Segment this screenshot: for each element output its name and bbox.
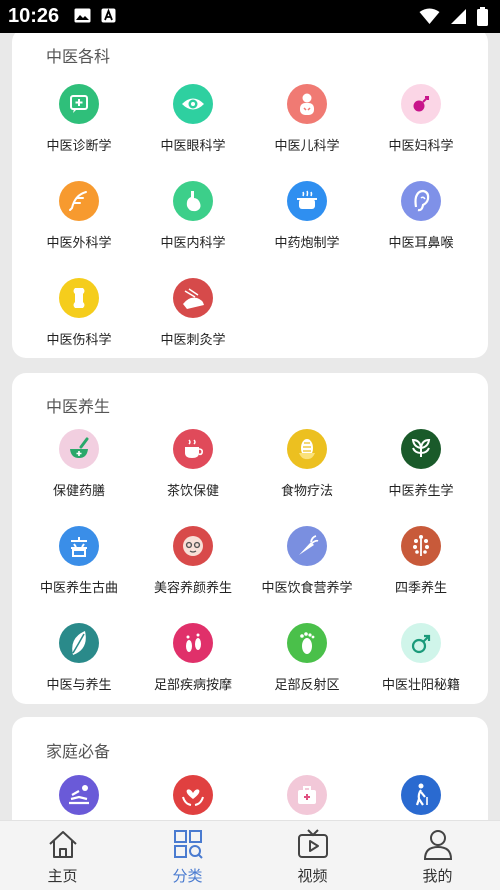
bottom-nav: 主页 分类 视频 我的: [0, 820, 500, 890]
acupuncture-icon: [173, 278, 213, 318]
image-icon: [74, 8, 91, 23]
category-label: 中医眼科学: [160, 138, 226, 153]
category-label: 足部反射区: [274, 677, 340, 692]
status-time: 10:26: [8, 5, 60, 27]
tea-icon: [173, 429, 213, 469]
tree-icon: [401, 526, 441, 566]
category-label: 中医伤科学: [46, 332, 112, 347]
category-label: 食物疗法: [280, 483, 333, 498]
feather-icon: [59, 181, 99, 221]
nav-home[interactable]: 主页: [0, 821, 125, 890]
category-item[interactable]: 美容养颜养生: [136, 508, 250, 605]
care-hands-icon: [173, 775, 213, 815]
ear-icon: [401, 181, 441, 221]
mortar-icon: [59, 429, 99, 469]
nav-profile[interactable]: 我的: [375, 821, 500, 890]
signal-icon: [451, 9, 466, 24]
eye-icon: [173, 84, 213, 124]
music-icon: [59, 526, 99, 566]
category-item[interactable]: 茶饮保健: [136, 411, 250, 508]
category-label: 中医刺灸学: [160, 332, 226, 347]
category-label: 保健药膳: [52, 483, 105, 498]
category-label: 美容养颜养生: [153, 580, 232, 595]
category-item[interactable]: 四季养生: [364, 508, 478, 605]
font-icon: [101, 8, 116, 23]
category-label: 茶饮保健: [166, 483, 219, 498]
home-icon: [48, 831, 77, 858]
category-item[interactable]: [364, 757, 478, 820]
bone-icon: [59, 278, 99, 318]
category-item[interactable]: 中医外科学: [22, 163, 136, 260]
category-label: 中医内科学: [160, 235, 226, 250]
stomach-icon: [173, 181, 213, 221]
category-label: 中医养生古曲: [39, 580, 118, 595]
category-label: 中医养生学: [388, 483, 454, 498]
category-item[interactable]: 保健药膳: [22, 411, 136, 508]
elder-icon: [401, 775, 441, 815]
nav-label: 主页: [47, 868, 78, 885]
section-card-family: 家庭必备: [12, 717, 488, 820]
category-label: 中医饮食营养学: [261, 580, 353, 595]
category-item[interactable]: 中医内科学: [136, 163, 250, 260]
category-content[interactable]: 中医各科 中医诊断学 中医眼科学 中医儿科学 中医妇科学中医外科学 中医内科学 中药炮制学…: [0, 33, 500, 820]
female-icon: [401, 84, 441, 124]
category-item[interactable]: [250, 757, 364, 820]
category-item[interactable]: 食物疗法: [250, 411, 364, 508]
nav-label: 分类: [172, 868, 203, 885]
feet-icon: [173, 623, 213, 663]
corn-icon: [287, 429, 327, 469]
category-label: 中医诊断学: [46, 138, 112, 153]
section-card-specialties: 中医各科 中医诊断学 中医眼科学 中医儿科学 中医妇科学中医外科学 中医内科学 中药炮制学…: [12, 33, 488, 358]
category-label: 中医外科学: [46, 235, 112, 250]
category-item[interactable]: 中医伤科学: [22, 260, 136, 357]
category-item[interactable]: 中医儿科学: [250, 66, 364, 163]
pot-icon: [287, 181, 327, 221]
leaf-art-icon: [59, 623, 99, 663]
category-label: 中医妇科学: [388, 138, 454, 153]
category-item[interactable]: 中医与养生: [22, 605, 136, 702]
leaf-icon: [401, 429, 441, 469]
category-item[interactable]: 中医眼科学: [136, 66, 250, 163]
section-title: 中医各科: [46, 49, 111, 66]
carrot-icon: [287, 526, 327, 566]
male-icon: [401, 623, 441, 663]
category-item[interactable]: 中医刺灸学: [136, 260, 250, 357]
nav-category[interactable]: 分类: [125, 821, 250, 890]
face-mask-icon: [173, 526, 213, 566]
category-label: 中药炮制学: [274, 235, 340, 250]
nav-video[interactable]: 视频: [250, 821, 375, 890]
category-label: 中医壮阳秘籍: [381, 677, 460, 692]
category-label: 四季养生: [394, 580, 447, 595]
category-label: 足部疾病按摩: [153, 677, 232, 692]
battery-icon: [477, 7, 488, 26]
category-item[interactable]: 中药炮制学: [250, 163, 364, 260]
category-label: 中医耳鼻喉: [388, 235, 454, 250]
wifi-icon: [419, 8, 440, 24]
baby-icon: [287, 84, 327, 124]
category-item[interactable]: 中医养生学: [364, 411, 478, 508]
category-item[interactable]: 中医诊断学: [22, 66, 136, 163]
category-item[interactable]: 中医壮阳秘籍: [364, 605, 478, 702]
massage-icon: [59, 775, 99, 815]
nav-label: 我的: [422, 868, 453, 885]
category-item[interactable]: 中医妇科学: [364, 66, 478, 163]
foot-icon: [287, 623, 327, 663]
category-item[interactable]: 中医养生古曲: [22, 508, 136, 605]
category-label: 中医儿科学: [274, 138, 340, 153]
nav-label: 视频: [297, 868, 328, 885]
section-card-wellness: 中医养生 保健药膳 茶饮保健 食物疗法 中医养生学 中医养生古曲 美容养颜养生 中医饮食营养…: [12, 373, 488, 704]
status-bar: 10:26: [0, 0, 500, 33]
category-icon: [173, 830, 203, 859]
category-item[interactable]: 中医耳鼻喉: [364, 163, 478, 260]
category-item[interactable]: 足部疾病按摩: [136, 605, 250, 702]
category-label: 中医与养生: [46, 677, 112, 692]
video-icon: [297, 829, 328, 858]
category-item[interactable]: 中医饮食营养学: [250, 508, 364, 605]
category-item[interactable]: [22, 757, 136, 820]
first-aid-icon: [287, 775, 327, 815]
category-item[interactable]: 足部反射区: [250, 605, 364, 702]
category-item[interactable]: [136, 757, 250, 820]
diagnosis-icon: [59, 84, 99, 124]
profile-icon: [423, 830, 452, 860]
